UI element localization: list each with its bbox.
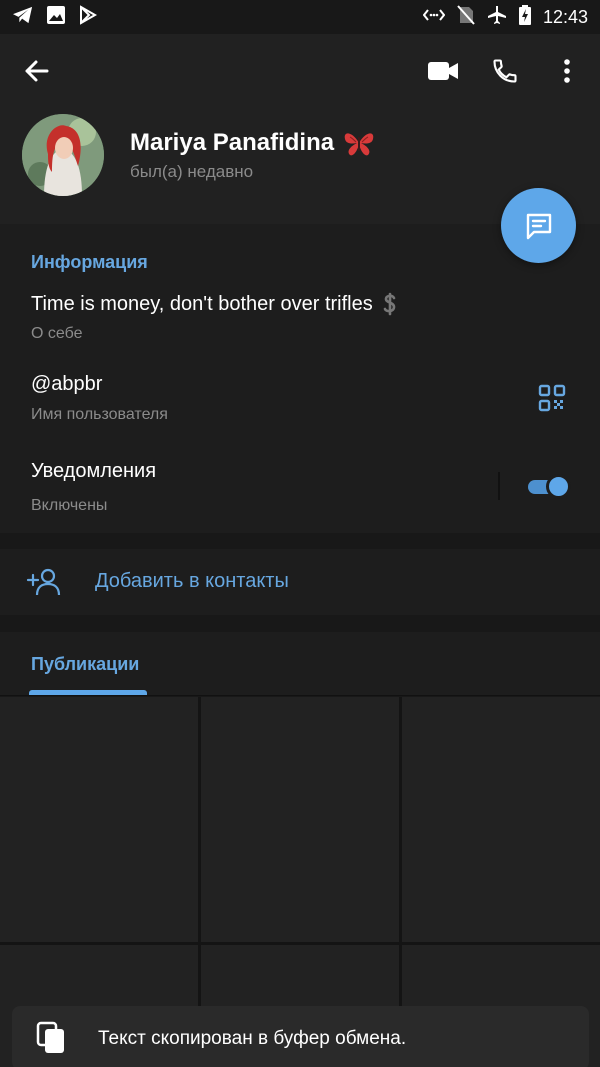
add-contact-label: Добавить в контакты [95, 570, 289, 592]
profile-status: был(а) недавно [130, 162, 254, 181]
media-thumbnail[interactable] [402, 697, 600, 942]
notifications-toggle[interactable] [526, 472, 572, 500]
send-message-button[interactable] [501, 188, 576, 263]
message-icon [526, 213, 551, 239]
arrow-left-icon [25, 60, 49, 82]
notifications-state: Включены [31, 497, 108, 514]
status-bar-left [12, 4, 98, 30]
username-row[interactable]: @abpbr [31, 373, 102, 396]
no-sim-icon [457, 4, 475, 30]
more-options-button[interactable] [550, 54, 584, 88]
data-saver-icon [422, 7, 446, 28]
airplane-mode-icon [487, 5, 507, 30]
qr-code-button[interactable] [538, 384, 566, 412]
bio-row[interactable]: Time is money, don't bother over trifles [31, 292, 397, 316]
status-bar-right: 12:43 [422, 4, 588, 30]
profile-name: Mariya Panafidina [130, 129, 376, 157]
active-tab-indicator [29, 690, 147, 695]
battery-charging-icon [518, 4, 531, 30]
back-button[interactable] [20, 54, 54, 88]
add-user-icon [26, 568, 61, 596]
play-store-icon [78, 4, 98, 30]
bio-text: Time is money, don't bother over trifles [31, 292, 373, 315]
phone-icon [493, 59, 517, 83]
profile-name-text: Mariya Panafidina [130, 129, 335, 156]
telegram-icon [12, 5, 34, 30]
media-thumbnail[interactable] [201, 697, 399, 942]
bio-label: О себе [31, 325, 83, 342]
username-text: @abpbr [31, 373, 103, 395]
notifications-title: Уведомления [31, 460, 157, 482]
dollar-icon [383, 292, 396, 316]
notifications-row[interactable]: Уведомления [31, 460, 156, 483]
header-actions [426, 54, 584, 88]
toast-notification: Текст скопирован в буфер обмена. [12, 1006, 589, 1067]
copy-icon [36, 1021, 64, 1053]
phone-call-button[interactable] [488, 54, 522, 88]
media-thumbnail[interactable] [0, 697, 198, 942]
info-section: Информация Time is money, don't bother o… [0, 224, 600, 533]
info-section-title: Информация [31, 252, 148, 272]
tab-publications[interactable]: Публикации [31, 654, 139, 675]
status-bar: 12:43 [0, 0, 600, 34]
more-vertical-icon [564, 59, 570, 83]
toast-text: Текст скопирован в буфер обмена. [98, 1028, 407, 1049]
toggle-knob [546, 474, 571, 499]
profile-header: Mariya Panafidina был(а) недавно [0, 34, 600, 224]
add-contact-button[interactable]: Добавить в контакты [0, 549, 600, 615]
vertical-divider [498, 472, 500, 500]
clock-time: 12:43 [542, 6, 588, 27]
gallery-icon [46, 5, 66, 30]
video-call-button[interactable] [426, 54, 460, 88]
butterfly-emoji [344, 133, 374, 156]
avatar[interactable] [22, 114, 104, 196]
video-call-icon [428, 62, 458, 80]
media-tabs: Публикации [0, 632, 600, 696]
qr-code-icon [538, 384, 566, 412]
username-label: Имя пользователя [31, 406, 168, 423]
